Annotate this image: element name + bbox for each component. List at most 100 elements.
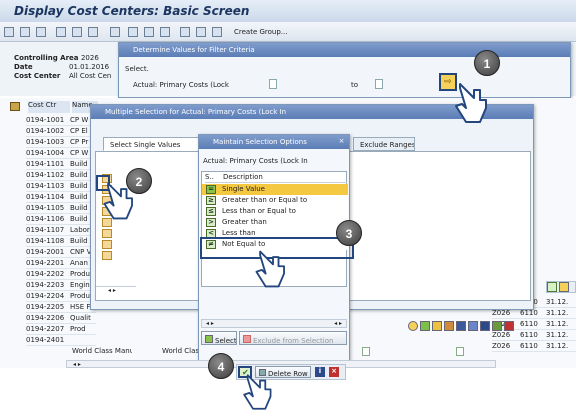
cost-center-id: 0194-1002 [26, 127, 65, 135]
table-row[interactable]: 0194-1004 CP W [26, 148, 96, 159]
option-row[interactable]: > Greater than [202, 217, 348, 228]
find-icon[interactable] [559, 282, 569, 292]
table-row[interactable]: 0194-1101 Build [26, 159, 96, 170]
screen-title: Display Cost Centers: Basic Screen [0, 0, 576, 22]
trash-icon[interactable] [468, 321, 478, 331]
values-scrollbar[interactable]: ◂ ▸ [96, 286, 136, 296]
option-label: Less than or Equal to [222, 207, 296, 215]
check-icon[interactable] [547, 282, 557, 292]
cost-center-name: CP Pr [70, 138, 89, 146]
arrow-right-icon: ⇨ [444, 77, 452, 87]
table-row[interactable]: 0194-1102 Build [26, 170, 96, 181]
cost-center-id: 0194-2204 [26, 292, 65, 300]
table-row[interactable]: 0194-2202 Produ [26, 269, 96, 280]
filter-icon[interactable] [88, 27, 98, 37]
layout-icon[interactable] [180, 27, 190, 37]
option-row[interactable]: = Single Value [202, 184, 348, 195]
to-label: to [351, 81, 359, 89]
table-row[interactable]: 0194-1103 Build [26, 181, 96, 192]
filter-dialog-title: Determine Values for Filter Criteria [119, 43, 570, 57]
tab-select-single-values[interactable]: Select Single Values [103, 137, 199, 151]
option-label: Less than [222, 229, 256, 237]
table-row[interactable]: 0194-2203 Engin [26, 280, 96, 291]
cost-center-id: 0194-2001 [26, 248, 65, 256]
filter-from-input[interactable] [269, 79, 277, 89]
option-label: Greater than or Equal to [222, 196, 308, 204]
tab-exclude-ranges[interactable]: Exclude Ranges [353, 137, 415, 151]
info-icon[interactable] [480, 321, 490, 331]
filter-field-label: Actual: Primary Costs (Lock [133, 81, 229, 89]
col-cost-center[interactable]: Cost Ctr [28, 101, 70, 113]
export-icon[interactable] [144, 27, 154, 37]
options-scrollbar[interactable]: ◂ ▸ ◂ ▸ [201, 319, 347, 328]
table-row[interactable]: 0194-2206 Qualit [26, 313, 96, 324]
cell-b: 6110 [520, 342, 538, 350]
cost-center-id: 0194-1106 [26, 215, 65, 223]
copy-icon[interactable] [444, 321, 454, 331]
option-selector[interactable] [102, 240, 112, 249]
choose-icon[interactable] [20, 27, 30, 37]
cost-center-name: Produ [70, 292, 90, 300]
close-icon[interactable]: × [337, 138, 346, 146]
edit-icon[interactable] [432, 321, 442, 331]
sort-ascending-icon[interactable] [56, 27, 66, 37]
details-icon[interactable] [4, 27, 14, 37]
table-row[interactable]: 0194-1003 CP Pr [26, 137, 96, 148]
save-icon[interactable] [36, 27, 46, 37]
insert-row-icon[interactable] [456, 321, 466, 331]
cell-c: 31.12. [546, 309, 569, 317]
print-icon[interactable] [128, 27, 138, 37]
table-row[interactable]: 0194-1107 Labor [26, 225, 96, 236]
table-row[interactable]: 0194-2001 CNP V [26, 247, 96, 258]
controlling-area-value: 2026 [80, 54, 99, 62]
spreadsheet-icon[interactable] [160, 27, 170, 37]
cell-c: 31.12. [546, 298, 569, 306]
cost-center-id: 0194-1004 [26, 149, 65, 157]
table-row[interactable]: 0194-1108 Build [26, 236, 96, 247]
table-row[interactable]: 0194-2207 Prod [26, 324, 96, 335]
cost-center-id: 0194-1107 [26, 226, 65, 234]
table-row[interactable]: 0194-1002 CP El [26, 126, 96, 137]
hand-cursor-icon [103, 182, 133, 220]
callout-4: 4 [208, 353, 234, 379]
list-settings-icon[interactable] [10, 102, 20, 111]
table-row[interactable]: 0194-2205 HSE F [26, 302, 96, 313]
cancel-icon[interactable]: × [329, 367, 339, 377]
search-icon[interactable] [408, 321, 418, 331]
cost-center-name: CP El [70, 127, 88, 135]
table-row[interactable]: 0194-1001 CP W [26, 115, 96, 126]
option-selector[interactable] [102, 229, 112, 238]
table-row[interactable]: Z026 6110 31.12. [492, 341, 576, 352]
cost-center-id: 0194-2205 [26, 303, 65, 311]
cancel-icon[interactable] [504, 321, 514, 331]
check-icon[interactable] [420, 321, 430, 331]
table-row[interactable]: 0194-1106 Build [26, 214, 96, 225]
option-row[interactable]: ≥ Greater than or Equal to [202, 195, 348, 206]
filter-to-input[interactable] [375, 79, 383, 89]
cost-center-id: 0194-1101 [26, 160, 65, 168]
import-icon[interactable] [492, 321, 502, 331]
cost-center-id: 0194-1105 [26, 204, 65, 212]
find-icon[interactable] [110, 27, 120, 37]
table-row[interactable]: 0194-2201 Anan [26, 258, 96, 269]
create-group-button[interactable]: Create Group... [234, 28, 287, 36]
table-row[interactable]: 0194-1105 Build [26, 203, 96, 214]
exclude-from-selection-button[interactable]: Exclude from Selection [239, 331, 347, 345]
callout-1: 1 [474, 50, 500, 76]
row-checkbox[interactable] [362, 347, 370, 356]
table-row[interactable]: 0194-2401 [26, 335, 96, 346]
save-layout-icon[interactable] [212, 27, 222, 37]
table-row[interactable]: 0194-2204 Produ [26, 291, 96, 302]
sort-descending-icon[interactable] [72, 27, 82, 37]
filter-criteria-dialog: Determine Values for Filter Criteria Sel… [118, 42, 571, 98]
option-selector[interactable] [102, 251, 112, 260]
info-icon[interactable]: i [315, 367, 325, 377]
select-layout-icon[interactable] [196, 27, 206, 37]
select-icon [205, 335, 213, 343]
cost-center-id: 0194-2401 [26, 336, 65, 344]
select-button[interactable]: Select [201, 331, 237, 345]
hand-cursor-icon [243, 374, 272, 410]
row-checkbox-2[interactable] [456, 347, 464, 356]
option-row[interactable]: ≤ Less than or Equal to [202, 206, 348, 217]
table-row[interactable]: 0194-1104 Build [26, 192, 96, 203]
